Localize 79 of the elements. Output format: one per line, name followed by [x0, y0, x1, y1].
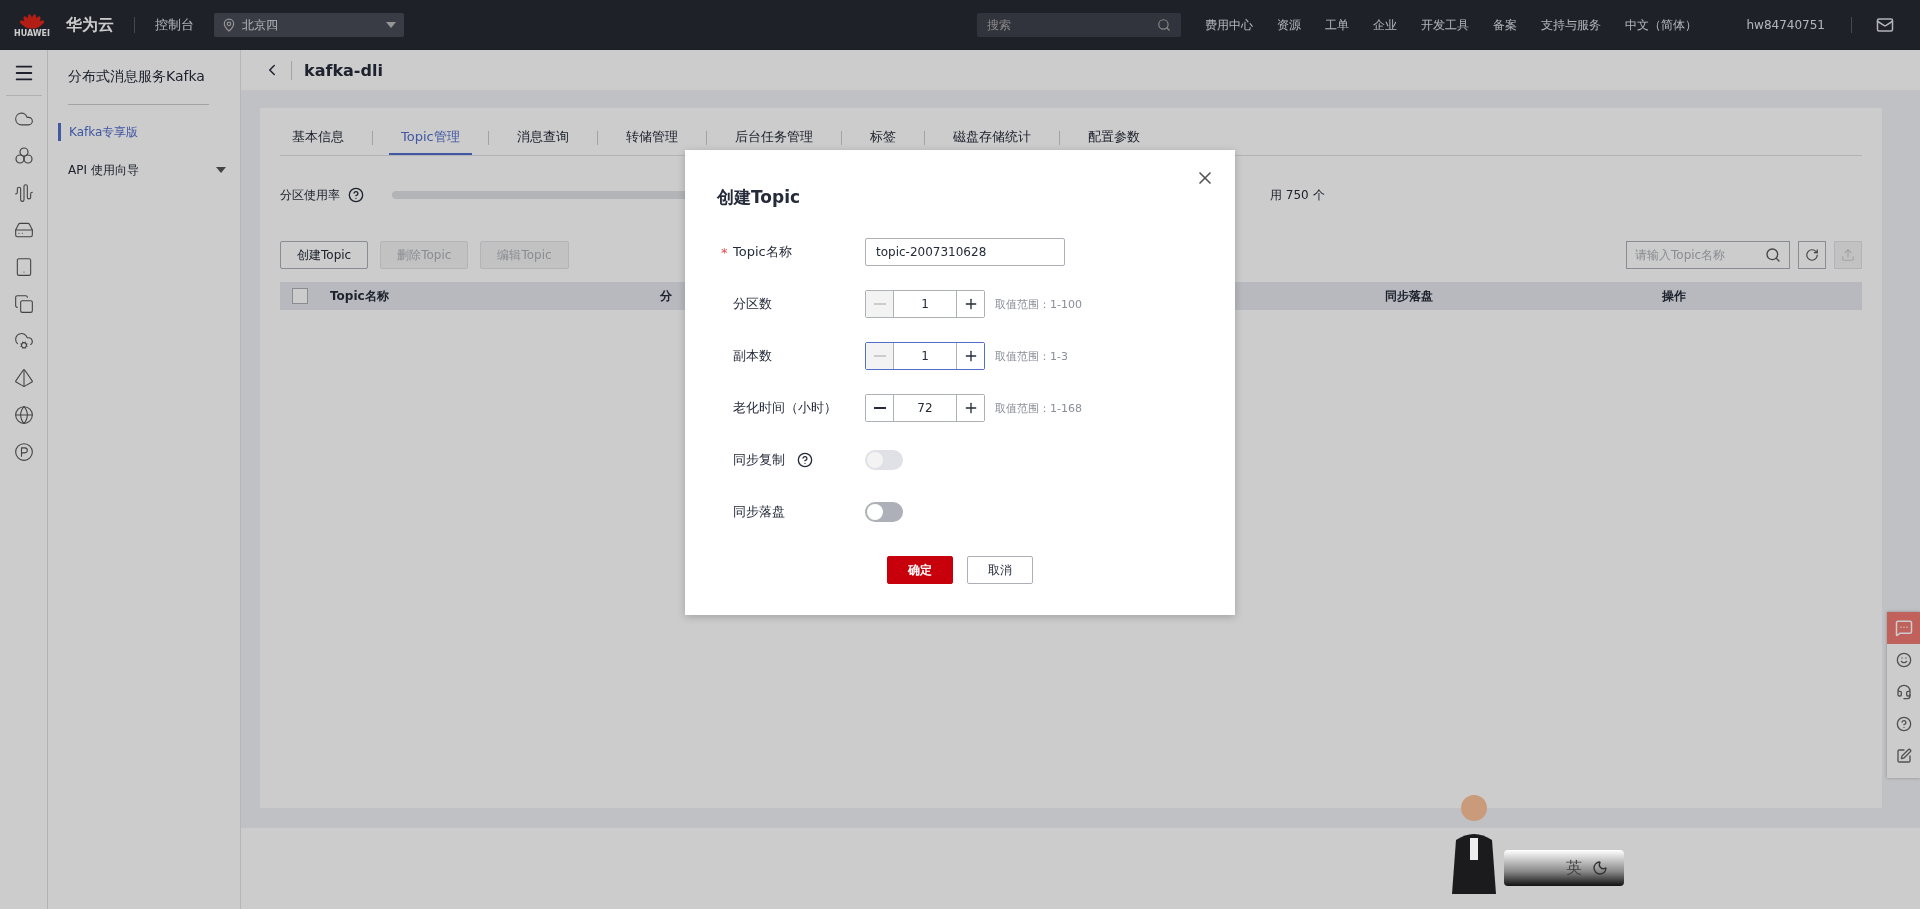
- search-icon: [1765, 247, 1781, 263]
- field-label: 同步复制: [733, 451, 785, 469]
- nav-link[interactable]: 备案: [1492, 16, 1517, 34]
- tab[interactable]: 基本信息: [280, 120, 356, 155]
- copy-icon[interactable]: [13, 294, 34, 314]
- topic-name-field[interactable]: topic-2007310628: [865, 238, 1065, 266]
- column-header: Topic名称: [330, 287, 389, 305]
- tab[interactable]: Topic管理: [389, 120, 472, 155]
- column-header: 同步落盘: [1385, 287, 1433, 305]
- number-stepper[interactable]: 1: [865, 290, 985, 318]
- brand-name: 华为云: [66, 14, 114, 36]
- number-stepper[interactable]: 72: [865, 394, 985, 422]
- column-header: 分: [660, 287, 672, 305]
- sidebar-item[interactable]: API 使用向导: [60, 161, 240, 179]
- column-header: 操作: [1662, 287, 1686, 305]
- minus-icon: [873, 355, 886, 357]
- nav-link[interactable]: 开发工具: [1420, 16, 1469, 34]
- moon-icon: [1592, 860, 1608, 876]
- hard-drive-icon[interactable]: [13, 220, 34, 240]
- usage-label: 分区使用率: [280, 186, 340, 204]
- field-label: 同步落盘: [733, 503, 785, 521]
- field-label: 分区数: [733, 295, 772, 313]
- required-mark: *: [721, 244, 729, 260]
- minus-icon: [873, 407, 886, 409]
- dialog-button[interactable]: 取消: [967, 556, 1033, 584]
- refresh-button[interactable]: [1798, 241, 1826, 269]
- sidebar-title: 分布式消息服务Kafka: [68, 68, 209, 105]
- input-method-bar[interactable]: 英: [1504, 850, 1624, 886]
- mail-icon[interactable]: [1876, 16, 1894, 34]
- nav-link[interactable]: 企业: [1372, 16, 1397, 34]
- nav-link[interactable]: 费用中心: [1204, 16, 1253, 34]
- field-label: 副本数: [733, 347, 772, 365]
- number-stepper[interactable]: 1: [865, 342, 985, 370]
- help-icon[interactable]: [348, 187, 364, 203]
- pin-icon: [222, 18, 236, 32]
- range-hint: 取值范围：1-3: [995, 348, 1068, 364]
- field-label: Topic名称: [733, 243, 792, 261]
- range-hint: 取值范围：1-168: [995, 400, 1082, 416]
- field-label: 老化时间（小时）: [733, 399, 837, 417]
- logo-caption: HUAWEI: [13, 28, 50, 38]
- range-hint: 取值范围：1-100: [995, 296, 1082, 312]
- input-mode-label: 英: [1566, 857, 1582, 879]
- dialog-title: 创建Topic: [717, 186, 802, 209]
- nav-link[interactable]: 支持与服务: [1540, 16, 1601, 34]
- user-name[interactable]: hw84740751: [1746, 18, 1825, 32]
- parking-icon[interactable]: [13, 442, 34, 462]
- circles-icon[interactable]: [13, 146, 34, 166]
- dialog-button[interactable]: 确定: [887, 556, 953, 584]
- help-icon: [1895, 716, 1912, 732]
- export-icon: [1841, 248, 1855, 262]
- flower-logo-icon: [20, 12, 44, 29]
- edit-icon: [1895, 748, 1912, 764]
- chat-icon: [1894, 619, 1913, 637]
- select-all-checkbox[interactable]: [292, 288, 308, 304]
- toolbar-button[interactable]: 创建Topic: [280, 241, 369, 269]
- nav-link[interactable]: 中文（简体）: [1624, 16, 1697, 34]
- chat-button[interactable]: [1887, 612, 1920, 644]
- console-link[interactable]: 控制台: [155, 16, 194, 34]
- page-title: kafka-dli: [291, 60, 383, 80]
- smile-icon: [1895, 652, 1912, 668]
- caret-icon: [386, 22, 396, 28]
- headset-icon: [1895, 684, 1912, 700]
- waveform-icon[interactable]: [13, 183, 34, 203]
- minus-icon: [873, 303, 886, 305]
- region-select[interactable]: 北京四: [214, 13, 404, 37]
- tab[interactable]: 转储管理: [613, 120, 690, 155]
- search-icon: [1156, 18, 1171, 32]
- sidebar-item[interactable]: Kafka专享版: [58, 123, 240, 141]
- tab[interactable]: 消息查询: [504, 120, 581, 155]
- search-field[interactable]: 搜索: [976, 13, 1181, 37]
- nav-link[interactable]: 工单: [1324, 16, 1349, 34]
- toggle-switch[interactable]: [865, 502, 903, 522]
- nav-link[interactable]: 资源: [1276, 16, 1301, 34]
- pyramid-icon[interactable]: [13, 368, 34, 388]
- caret-icon: [216, 167, 226, 173]
- usage-summary: 用 750 个: [1270, 186, 1325, 204]
- globe-icon[interactable]: [13, 405, 34, 425]
- refresh-icon: [1805, 248, 1819, 262]
- cloud-gear-icon[interactable]: [13, 331, 34, 351]
